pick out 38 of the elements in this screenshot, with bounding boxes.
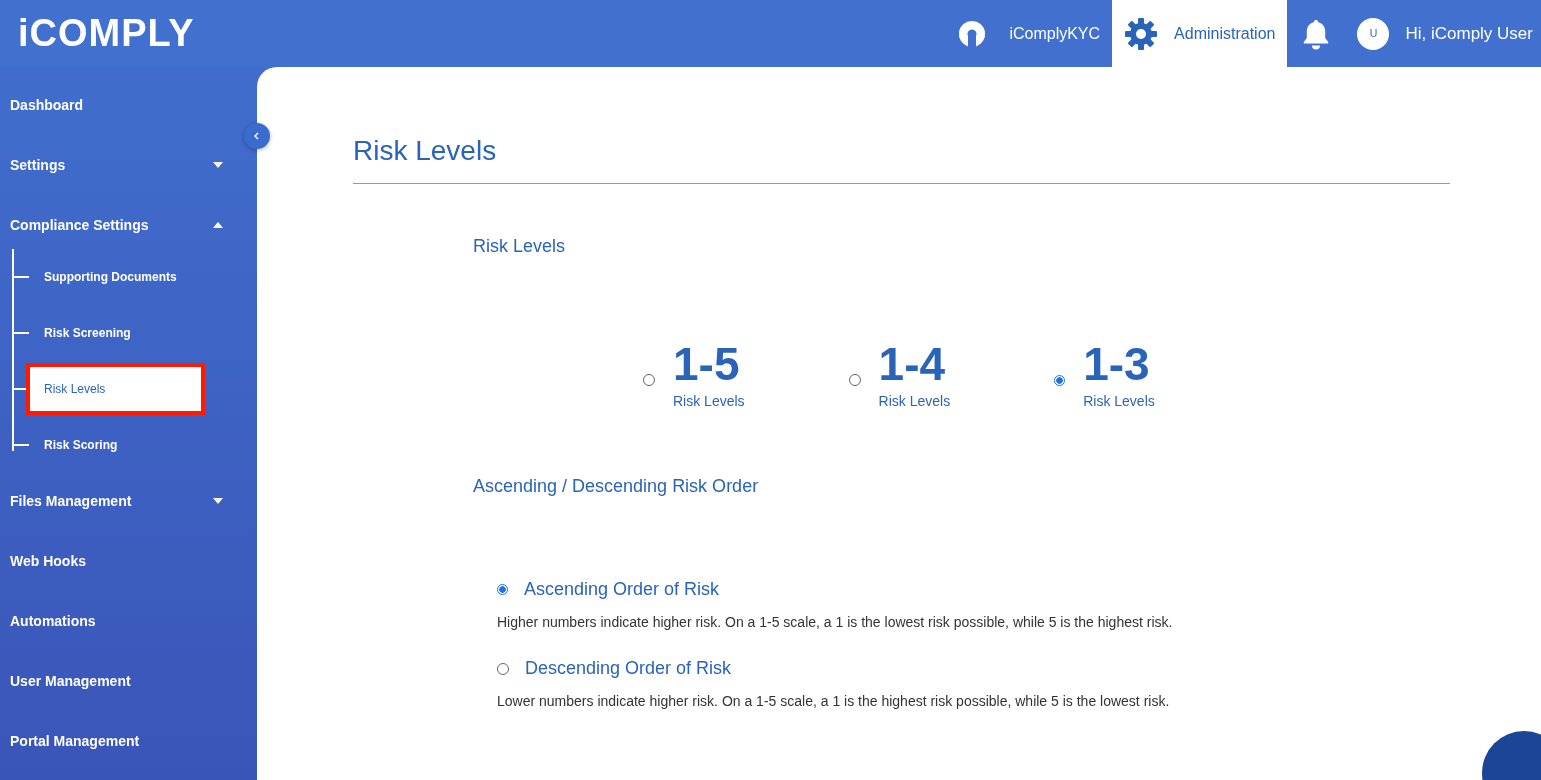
- sidebar-item[interactable]: Portal Management: [0, 711, 257, 771]
- sidebar-subitem[interactable]: Supporting Documents: [44, 270, 177, 284]
- gear-icon: [1124, 16, 1159, 51]
- radio-button[interactable]: [497, 584, 508, 595]
- level-range: 1-4: [878, 341, 947, 387]
- user-avatar[interactable]: U: [1357, 17, 1390, 50]
- collapse-sidebar-button[interactable]: [244, 123, 270, 149]
- sidebar-item[interactable]: Web Hooks: [0, 531, 257, 591]
- sidebar-item[interactable]: Dashboard: [0, 75, 257, 135]
- level-range: 1-5: [673, 341, 741, 387]
- radio-button[interactable]: [1054, 374, 1066, 386]
- level-range: 1-3: [1083, 341, 1151, 387]
- user-greeting[interactable]: Hi, iComply User: [1405, 23, 1533, 44]
- caret-down-icon: [213, 162, 223, 168]
- logo: iCOMPLY: [18, 12, 195, 55]
- sidebar-subitem[interactable]: Risk Scoring: [44, 438, 118, 452]
- sidebar-item[interactable]: User Management: [0, 651, 257, 711]
- sidebar-item[interactable]: Compliance Settings: [0, 195, 257, 255]
- option-description: Lower numbers indicate higher risk. On a 1-5 scale, a 1 is the highest risk possible, while 5 is the lowest risk.: [497, 693, 1171, 709]
- section-heading: Risk Levels: [473, 236, 567, 257]
- option-description: Higher numbers indicate higher risk. On a 1-5 scale, a 1 is the lowest risk possible, while 5 is the highest risk.: [497, 614, 1174, 630]
- sidebar-item[interactable]: Files Management: [0, 471, 257, 531]
- sidebar-item[interactable]: Automations: [0, 591, 257, 651]
- option-label: Ascending Order of Risk: [524, 579, 720, 600]
- nav-tab[interactable]: Administration: [1112, 0, 1288, 67]
- option-label: Descending Order of Risk: [525, 658, 732, 679]
- keyhole-icon: [957, 18, 988, 49]
- level-caption: Risk Levels: [673, 393, 745, 409]
- sidebar-subitem[interactable]: Risk Screening: [44, 326, 131, 340]
- sidebar-subitem[interactable]: Risk Levels: [26, 363, 205, 415]
- sidebar-item[interactable]: Settings: [0, 135, 257, 195]
- page-title: Risk Levels: [353, 135, 498, 167]
- caret-up-icon: [213, 222, 223, 228]
- nav-tab[interactable]: iComplyKYC: [947, 0, 1113, 67]
- level-caption: Risk Levels: [1083, 393, 1155, 409]
- level-caption: Risk Levels: [878, 393, 951, 409]
- section-heading: Ascending / Descending Risk Order: [473, 476, 760, 497]
- caret-down-icon: [213, 498, 223, 504]
